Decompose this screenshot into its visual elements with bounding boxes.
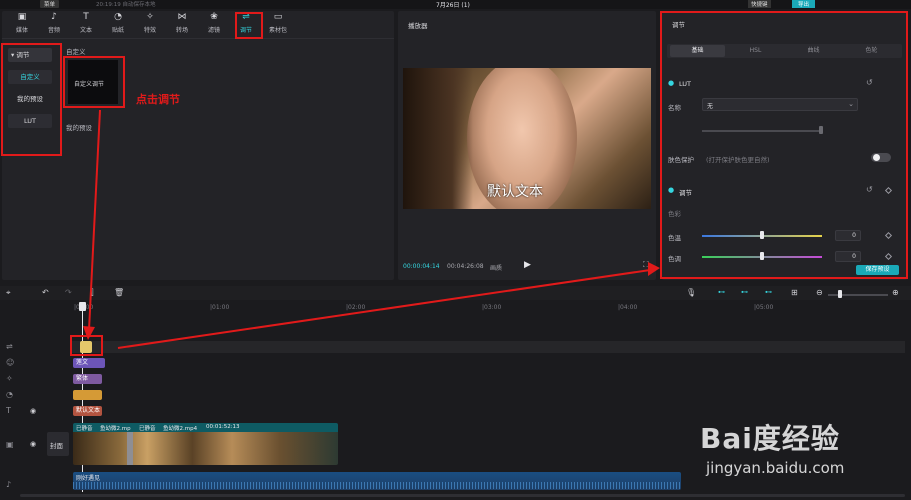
watermark-logo: Bai度经验 (680, 415, 900, 455)
arrowhead-2 (648, 262, 660, 276)
watermark-url: jingyan.baidu.com (706, 459, 845, 477)
watermark-brand: Bai度经验 (700, 422, 840, 455)
arrowhead-1 (83, 326, 95, 340)
arrow-card-to-clip (88, 109, 101, 331)
arrow-clip-to-panel (117, 269, 651, 349)
